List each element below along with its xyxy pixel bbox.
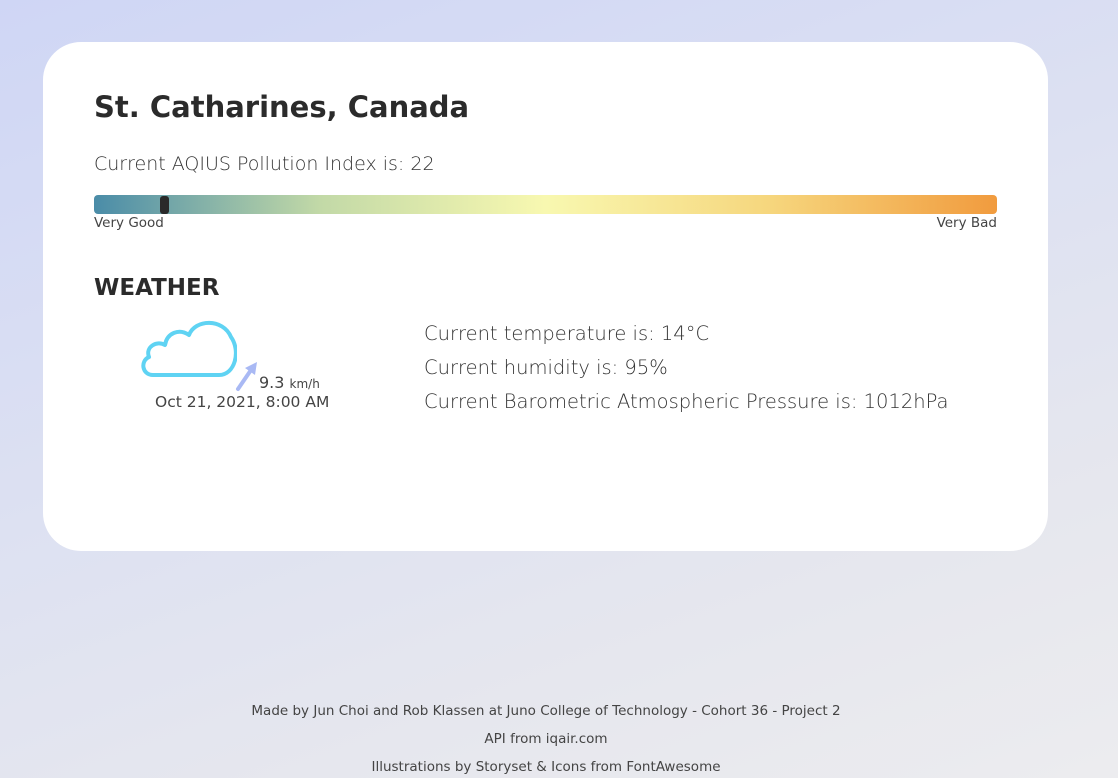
cloud-icon [141, 320, 237, 377]
aqi-scale-bar [94, 195, 997, 214]
city-title: St. Catharines, Canada [94, 90, 470, 124]
footer: Made by Jun Choi and Rob Klassen at Juno… [0, 701, 1092, 778]
humidity-text: Current humidity is: 95% [424, 356, 668, 379]
scale-low-label: Very Good [94, 215, 164, 231]
wind-speed-value: 9.3 [259, 373, 285, 392]
wind-direction-arrow-icon [236, 362, 257, 391]
scale-high-label: Very Bad [936, 215, 997, 231]
wind-speed: 9.3 km/h [259, 373, 320, 392]
weather-timestamp: Oct 21, 2021, 8:00 AM [155, 393, 330, 411]
weather-heading: WEATHER [94, 275, 220, 301]
air-quality-card: St. Catharines, Canada Current AQIUS Pol… [43, 42, 1048, 551]
wind-speed-unit: km/h [289, 377, 320, 391]
aqi-text: Current AQIUS Pollution Index is: 22 [94, 153, 435, 175]
footer-api-source: API from iqair.com [484, 731, 608, 747]
footer-illustrations: Illustrations by Storyset & Icons from F… [371, 759, 721, 775]
pressure-text: Current Barometric Atmospheric Pressure … [424, 390, 949, 413]
temperature-text: Current temperature is: 14°C [424, 322, 710, 345]
footer-credits: Made by Jun Choi and Rob Klassen at Juno… [251, 703, 841, 719]
weather-stats: Current temperature is: 14°C Current hum… [424, 320, 948, 422]
aqi-marker [160, 196, 169, 214]
